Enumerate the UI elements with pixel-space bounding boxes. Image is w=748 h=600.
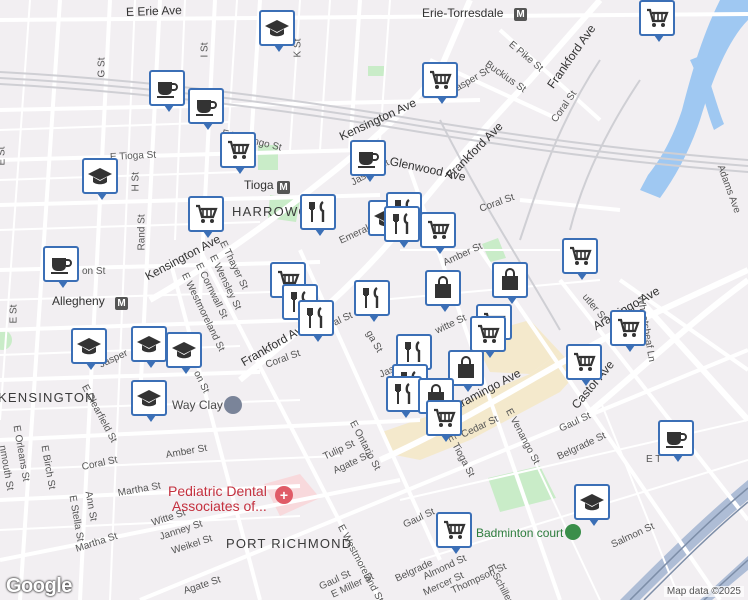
label-badminton-court[interactable]: Badminton court: [476, 526, 563, 540]
hospital-icon[interactable]: +: [275, 486, 293, 504]
metro-tioga-icon[interactable]: M: [277, 181, 290, 194]
store-pin-cart-icon[interactable]: [188, 196, 224, 238]
label-harrowgate: HARROWG: [232, 204, 310, 219]
store-pin-cart-icon[interactable]: [566, 344, 602, 386]
label-pediatric-dental[interactable]: Pediatric Dental Associates of...: [168, 484, 267, 514]
map-canvas[interactable]: E Erie Ave G St I St K St E St H St Rand…: [0, 0, 748, 600]
label-e-erie-ave: E Erie Ave: [125, 3, 183, 19]
label-h-st: H St: [130, 172, 142, 192]
restaurant-pin-fork-icon[interactable]: [384, 206, 420, 248]
way-clay-icon[interactable]: [224, 396, 242, 414]
store-pin-cart-icon[interactable]: [470, 316, 506, 358]
map-attribution[interactable]: Map data ©2025: [663, 586, 744, 597]
label-rand-st: Rand St: [136, 214, 148, 251]
label-e-st: E St: [0, 146, 8, 166]
store-pin-cart-icon[interactable]: [220, 132, 256, 174]
store-pin-cart-icon[interactable]: [426, 400, 462, 442]
label-port-richmond: PORT RICHMOND: [226, 536, 353, 551]
label-e-st-left: E St: [8, 304, 20, 324]
restaurant-pin-fork-icon[interactable]: [298, 300, 334, 342]
label-tioga: Tioga: [244, 178, 274, 192]
cafe-pin-cup-icon[interactable]: [350, 140, 386, 182]
store-pin-cart-icon[interactable]: [562, 238, 598, 280]
restaurant-pin-fork-icon[interactable]: [354, 280, 390, 322]
label-g-st: G St: [96, 57, 108, 78]
label-hon-st: on St: [82, 266, 106, 277]
label-i-st: I St: [199, 42, 211, 58]
label-way-clay[interactable]: Way Clay: [172, 398, 223, 412]
store-pin-cart-icon[interactable]: [610, 310, 646, 352]
school-pin-cap-icon[interactable]: [574, 484, 610, 526]
school-pin-cap-icon[interactable]: [131, 380, 167, 422]
school-pin-cap-icon[interactable]: [259, 10, 295, 52]
school-pin-cap-icon[interactable]: [71, 328, 107, 370]
cafe-pin-cup-icon[interactable]: [149, 70, 185, 112]
cafe-pin-cup-icon[interactable]: [188, 88, 224, 130]
cafe-pin-cup-icon[interactable]: [43, 246, 79, 288]
school-pin-cap-icon[interactable]: [131, 326, 167, 368]
store-pin-cart-icon[interactable]: [639, 0, 675, 42]
school-pin-cap-icon[interactable]: [82, 158, 118, 200]
google-logo: Google: [6, 575, 72, 597]
store-pin-cart-icon[interactable]: [422, 62, 458, 104]
cafe-pin-cup-icon[interactable]: [658, 420, 694, 462]
metro-erie-torresdale-icon[interactable]: M: [514, 8, 527, 21]
label-allegheny: Allegheny: [52, 294, 105, 308]
store-pin-cart-icon[interactable]: [420, 212, 456, 254]
label-erie-torresdale: Erie-Torresdale: [422, 6, 504, 20]
shop-pin-bag-icon[interactable]: [425, 270, 461, 312]
store-pin-cart-icon[interactable]: [436, 512, 472, 554]
shop-pin-bag-icon[interactable]: [492, 262, 528, 304]
metro-allegheny-icon[interactable]: M: [115, 297, 128, 310]
restaurant-pin-fork-icon[interactable]: [386, 376, 422, 418]
restaurant-pin-fork-icon[interactable]: [300, 194, 336, 236]
badminton-court-icon[interactable]: [565, 524, 581, 540]
school-pin-cap-icon[interactable]: [166, 332, 202, 374]
